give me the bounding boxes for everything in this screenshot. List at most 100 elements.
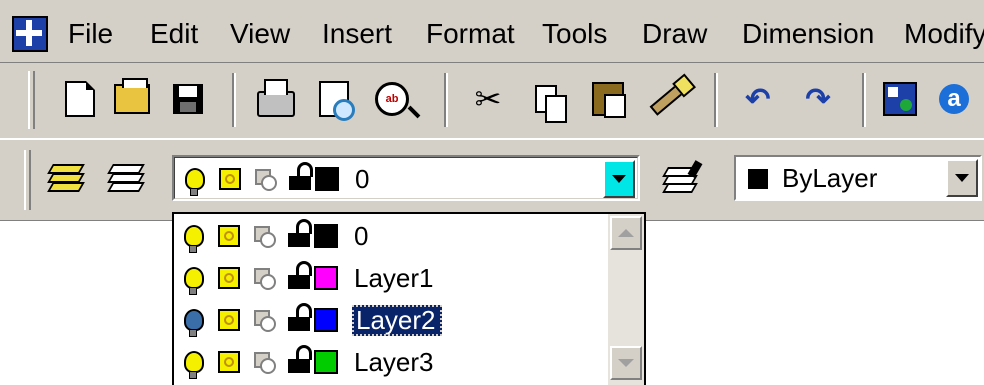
list-item[interactable]: Layer3 (184, 344, 436, 380)
standard-toolbar: ab ✂ ↶ ↷ a (0, 63, 984, 139)
paste-icon (592, 82, 626, 118)
open-icon (114, 78, 150, 114)
unlock-icon[interactable] (288, 219, 312, 247)
autodesk-online-icon: a (939, 84, 969, 114)
chevron-down-icon (955, 174, 969, 182)
menu-bar: File Edit View Insert Format Tools Draw … (0, 0, 984, 63)
menu-modify[interactable]: Modify (904, 18, 984, 50)
spell-check-button[interactable]: ab (372, 79, 412, 119)
cut-icon: ✂ (474, 81, 502, 117)
spell-check-icon: ab (375, 82, 409, 116)
list-item[interactable]: Layer2 (184, 302, 442, 338)
layer-previous-button[interactable] (106, 158, 146, 198)
vertical-scrollbar[interactable] (608, 214, 644, 385)
toolbar-separator (714, 73, 718, 127)
thaw-sun-icon[interactable] (218, 267, 240, 289)
redo-icon: ↷ (805, 82, 831, 116)
light-bulb-on-icon[interactable] (184, 225, 204, 253)
menu-dimension[interactable]: Dimension (742, 18, 874, 50)
menu-view[interactable]: View (230, 18, 290, 50)
current-layer-name: 0 (355, 163, 370, 194)
color-control-combo[interactable]: ByLayer (734, 155, 982, 201)
layer-manager-button[interactable] (46, 158, 86, 198)
print-button[interactable] (256, 79, 296, 119)
toolbar-separator (232, 73, 236, 127)
viewport-freeze-icon[interactable] (254, 352, 276, 374)
toolbar-separator (444, 73, 448, 127)
light-bulb-on-icon[interactable] (184, 351, 204, 379)
viewport-freeze-icon (255, 169, 277, 191)
chevron-up-icon (618, 229, 634, 237)
copy-icon (535, 85, 567, 123)
make-object-layer-current-button[interactable] (660, 158, 700, 198)
toolbar-grip[interactable] (24, 150, 31, 210)
layer-dropdown-button[interactable] (603, 160, 635, 198)
color-combo-value: ByLayer (782, 163, 878, 193)
save-button[interactable] (168, 79, 208, 119)
chevron-down-icon (618, 359, 634, 367)
make-layer-current-icon (662, 167, 698, 193)
match-properties-button[interactable] (648, 79, 688, 119)
menu-draw[interactable]: Draw (642, 18, 707, 50)
color-swatch (315, 167, 339, 191)
layer-manager-icon (47, 164, 85, 192)
color-dropdown-button[interactable] (946, 159, 978, 197)
color-swatch (314, 308, 338, 332)
menu-edit[interactable]: Edit (150, 18, 198, 50)
menu-file[interactable]: File (68, 18, 113, 50)
copy-button[interactable] (526, 79, 567, 123)
open-button[interactable] (112, 78, 152, 119)
menu-format[interactable]: Format (426, 18, 515, 50)
list-item[interactable]: 0 (184, 218, 370, 254)
color-swatch (314, 224, 338, 248)
autodesk-online-button[interactable]: a (934, 79, 974, 119)
layer-name-selected: Layer2 (352, 304, 442, 336)
current-layer-row: 0 (185, 161, 371, 197)
light-bulb-off-icon[interactable] (184, 309, 204, 337)
layer-dropdown-list: 0 Layer1 Layer2 Layer3 (172, 212, 646, 385)
scroll-down-button[interactable] (610, 346, 642, 380)
toolbar-grip[interactable] (28, 71, 35, 129)
layer-control-combo[interactable]: 0 (172, 155, 640, 201)
color-swatch (314, 266, 338, 290)
color-swatch (314, 350, 338, 374)
autocad-app-icon[interactable] (12, 16, 48, 52)
unlock-icon[interactable] (288, 261, 312, 289)
layers-toolbar: 0 ByLayer (0, 140, 984, 221)
design-center-button[interactable] (880, 79, 920, 119)
layer-name: Layer1 (354, 262, 434, 293)
undo-icon: ↶ (745, 82, 771, 116)
thaw-sun-icon[interactable] (218, 309, 240, 331)
viewport-freeze-icon[interactable] (254, 310, 276, 332)
cut-button[interactable]: ✂ (468, 79, 508, 119)
print-preview-icon (319, 81, 355, 121)
chevron-down-icon (612, 175, 626, 183)
thaw-sun-icon[interactable] (218, 351, 240, 373)
unlock-icon[interactable] (288, 345, 312, 373)
autocad-window: File Edit View Insert Format Tools Draw … (0, 0, 984, 385)
menu-tools[interactable]: Tools (542, 18, 607, 50)
list-item[interactable]: Layer1 (184, 260, 436, 296)
new-icon (65, 81, 95, 117)
print-icon (257, 79, 295, 117)
paste-button[interactable] (588, 79, 628, 119)
print-preview-button[interactable] (314, 79, 355, 121)
layer-name: Layer3 (354, 346, 434, 377)
redo-button[interactable]: ↷ (798, 79, 838, 119)
unlock-icon (289, 162, 313, 190)
match-properties-icon (649, 82, 687, 116)
thaw-sun-icon[interactable] (218, 225, 240, 247)
toolbar-separator (862, 73, 866, 127)
menu-insert[interactable]: Insert (322, 18, 392, 50)
light-bulb-on-icon[interactable] (184, 267, 204, 295)
design-center-icon (883, 82, 917, 116)
new-button[interactable] (60, 79, 100, 119)
scroll-up-button[interactable] (610, 216, 642, 250)
color-swatch (748, 169, 768, 189)
viewport-freeze-icon[interactable] (254, 268, 276, 290)
unlock-icon[interactable] (288, 303, 312, 331)
layer-name: 0 (354, 220, 369, 251)
viewport-freeze-icon[interactable] (254, 226, 276, 248)
undo-button[interactable]: ↶ (738, 79, 778, 119)
layer-previous-icon (107, 164, 145, 192)
